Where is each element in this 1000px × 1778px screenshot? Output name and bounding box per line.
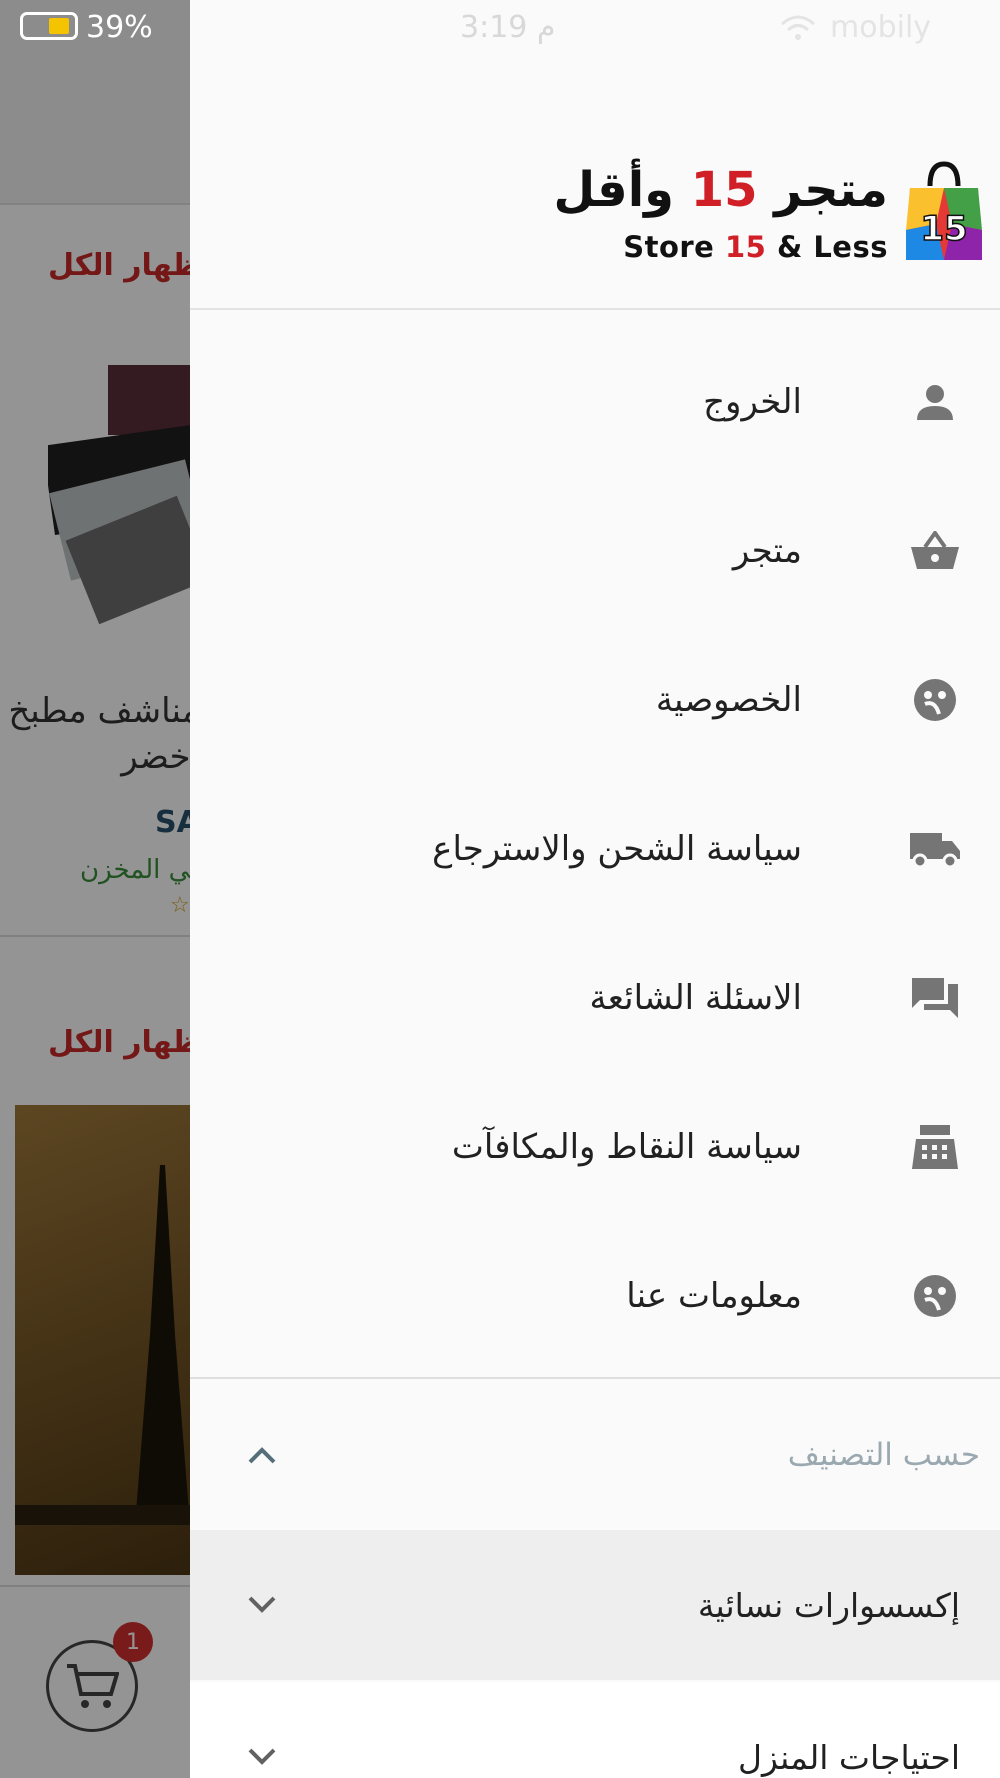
truck-icon: [908, 822, 962, 876]
chevron-down-icon[interactable]: [240, 1583, 284, 1627]
menu-item-label: الخروج: [703, 381, 802, 422]
category-label: احتياجات المنزل: [738, 1737, 960, 1777]
person-icon: [908, 375, 962, 429]
menu-item-about-us[interactable]: معلومات عنا: [190, 1221, 1000, 1370]
menu-item-label: الخصوصية: [655, 679, 802, 720]
menu-item-label: سياسة النقاط والمكافآت: [451, 1126, 802, 1167]
face-icon: [908, 673, 962, 727]
menu-item-label: الاسئلة الشائعة: [589, 977, 802, 1018]
menu-item-logout[interactable]: الخروج: [190, 327, 1000, 476]
wifi-icon: [781, 15, 815, 40]
chat-icon: [908, 971, 962, 1025]
store-logo-icon: 15: [906, 161, 982, 260]
category-item-home-needs[interactable]: احتياجات المنزل: [190, 1682, 1000, 1778]
carrier-name: mobily: [830, 10, 932, 45]
menu-item-faq[interactable]: الاسئلة الشائعة: [190, 923, 1000, 1072]
menu-item-rewards-policy[interactable]: سياسة النقاط والمكافآت: [190, 1072, 1000, 1221]
store-name-english: Store 15 & Less: [623, 230, 888, 264]
face-icon: [908, 1269, 962, 1323]
battery-icon: [20, 12, 78, 40]
section-title: حسب التصنيف: [787, 1437, 980, 1473]
status-time: 3:19 م: [460, 10, 556, 45]
status-bar: 39% 3:19 م mobily: [0, 0, 1000, 56]
category-label: إكسسوارات نسائية: [697, 1585, 960, 1625]
register-icon: [908, 1120, 962, 1174]
menu-item-label: سياسة الشحن والاسترجاع: [432, 828, 802, 869]
category-item-womens-accessories[interactable]: إكسسوارات نسائية: [190, 1530, 1000, 1680]
chevron-down-icon[interactable]: [240, 1735, 284, 1778]
menu-item-store[interactable]: متجر: [190, 476, 1000, 625]
basket-icon: [908, 524, 962, 578]
menu-item-shipping-policy[interactable]: سياسة الشحن والاسترجاع: [190, 774, 1000, 923]
menu-item-label: متجر: [732, 530, 802, 571]
categories-section-header[interactable]: حسب التصنيف: [190, 1380, 1000, 1530]
svg-text:15: 15: [920, 209, 967, 249]
menu-item-label: معلومات عنا: [626, 1275, 802, 1316]
menu-item-privacy[interactable]: الخصوصية: [190, 625, 1000, 774]
store-name-arabic: متجر 15 وأقل: [553, 162, 888, 218]
battery-percent: 39%: [86, 10, 153, 45]
drawer-divider: [190, 1377, 1000, 1379]
navigation-drawer: 15 متجر 15 وأقل Store 15 & Less الخروج م…: [190, 0, 1000, 1778]
chevron-up-icon[interactable]: [240, 1433, 284, 1477]
